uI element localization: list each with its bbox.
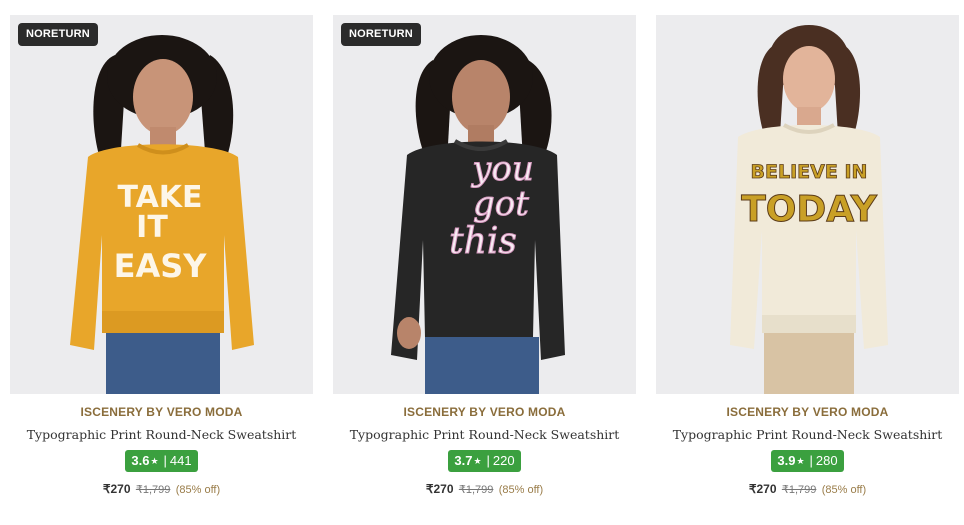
rating-value: 3.9 [777,453,796,468]
product-info: ISCENERY BY VERO MODA Typographic Print … [656,394,959,496]
product-image[interactable]: BELIEVE IN TODAY [656,15,959,394]
selling-price: ₹270 [748,482,777,496]
review-count: 220 [492,453,515,468]
print-text-line: this [449,221,517,262]
noreturn-badge: NORETURN [341,23,421,46]
product-image[interactable]: you got this NORETURN [333,15,636,394]
product-card[interactable]: TAKE IT EASY NORETURN ISCENERY BY VERO M… [10,15,313,515]
price-row: ₹270 ₹1,799 (85% off) [656,482,959,496]
review-count: 441 [169,453,192,468]
product-image[interactable]: TAKE IT EASY NORETURN [10,15,313,394]
rating-badge: 3.9★ | 280 [771,450,844,472]
product-card[interactable]: BELIEVE IN TODAY ISCENERY BY VERO MODA T… [656,15,959,515]
product-photo-illustration: TAKE IT EASY [10,15,313,394]
product-grid: TAKE IT EASY NORETURN ISCENERY BY VERO M… [0,0,964,525]
rating-separator: | [486,453,490,468]
discount-label: (85% off) [498,484,544,496]
star-icon: ★ [150,456,159,466]
selling-price: ₹270 [102,482,131,496]
rating-separator: | [809,453,813,468]
product-photo-illustration: you got this [333,15,636,394]
rating-value: 3.6 [131,453,150,468]
discount-label: (85% off) [175,484,221,496]
noreturn-badge: NORETURN [18,23,98,46]
product-info: ISCENERY BY VERO MODA Typographic Print … [333,394,636,496]
star-icon: ★ [473,456,482,466]
mrp-price: ₹1,799 [781,484,817,496]
mrp-price: ₹1,799 [135,484,171,496]
rating-badge: 3.6★ | 441 [125,450,198,472]
rating-badge: 3.7★ | 220 [448,450,521,472]
print-text-line: EASY [114,247,208,285]
review-count: 280 [815,453,838,468]
print-text-line: IT [136,210,168,245]
price-row: ₹270 ₹1,799 (85% off) [333,482,636,496]
discount-label: (85% off) [821,484,867,496]
product-info: ISCENERY BY VERO MODA Typographic Print … [10,394,313,496]
mrp-price: ₹1,799 [458,484,494,496]
rating-value: 3.7 [454,453,473,468]
print-text-line: BELIEVE IN [751,161,868,183]
print-text-line: TODAY [741,189,877,230]
product-name[interactable]: Typographic Print Round-Neck Sweatshirt [656,427,959,442]
product-name[interactable]: Typographic Print Round-Neck Sweatshirt [333,427,636,442]
star-icon: ★ [796,456,805,466]
product-card[interactable]: you got this NORETURN ISCENERY BY VERO M… [333,15,636,515]
product-brand: ISCENERY BY VERO MODA [726,405,889,419]
product-brand: ISCENERY BY VERO MODA [403,405,566,419]
price-row: ₹270 ₹1,799 (85% off) [10,482,313,496]
print-text-line: you [470,149,534,189]
product-photo-illustration: BELIEVE IN TODAY [656,15,959,394]
print-text-line: got [473,184,529,224]
product-name[interactable]: Typographic Print Round-Neck Sweatshirt [10,427,313,442]
product-brand: ISCENERY BY VERO MODA [80,405,243,419]
rating-separator: | [163,453,167,468]
selling-price: ₹270 [425,482,454,496]
